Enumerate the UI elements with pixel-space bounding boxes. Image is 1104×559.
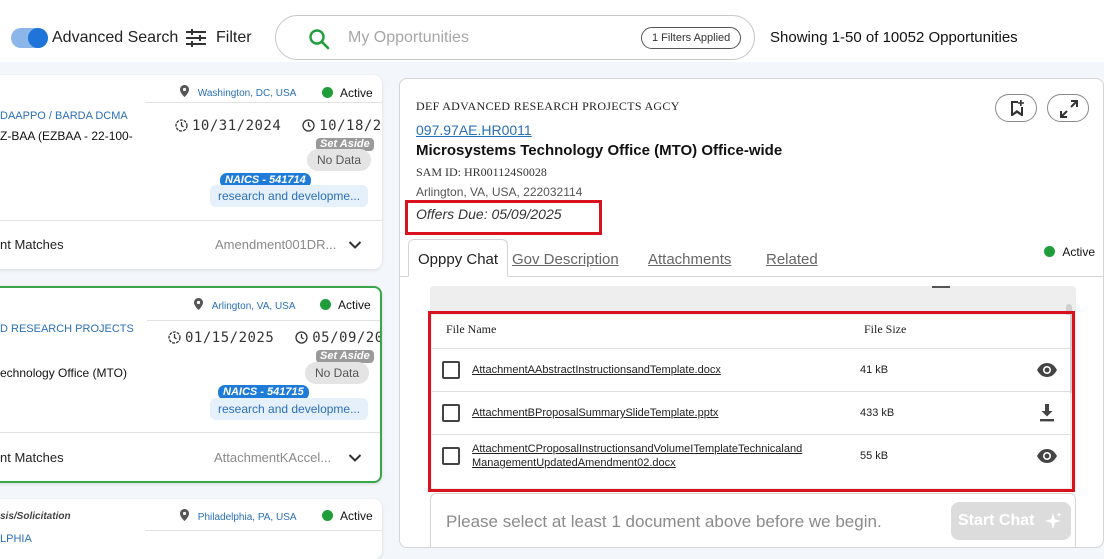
detail-agency: DEF ADVANCED RESEARCH PROJECTS AGCY	[416, 99, 680, 113]
toggle-knob	[28, 28, 48, 48]
advanced-search-label[interactable]: Advanced Search	[52, 29, 178, 47]
advanced-search-toggle[interactable]	[11, 28, 48, 48]
card-location-text: Arlington, VA, USA	[211, 301, 296, 312]
card-location-text: Philadelphia, PA, USA	[197, 512, 297, 523]
clock-due-icon	[295, 331, 308, 344]
search-input[interactable]	[348, 27, 628, 49]
detail-address: Arlington, VA, USA, 222032114	[416, 185, 583, 199]
matches-value[interactable]: AttachmentKAccel...	[214, 450, 331, 465]
date-posted: 10/31/2024	[192, 118, 282, 134]
active-dot	[320, 299, 331, 310]
filters-applied-chip[interactable]: 1 Filters Applied	[641, 27, 742, 49]
tab-attachments[interactable]: Attachments	[648, 251, 731, 268]
filter-button[interactable]: Filter	[216, 29, 252, 47]
active-dot	[1044, 246, 1056, 257]
divider	[145, 102, 382, 103]
start-chat-label: Start Chat	[958, 512, 1035, 529]
opportunity-card[interactable]: Philadelphia, PA, USA Active sis/Solicit…	[0, 499, 382, 559]
opportunity-card-selected[interactable]: Arlington, VA, USA Active D RESEARCH PRO…	[0, 286, 382, 483]
filter-icon[interactable]	[186, 29, 206, 47]
detail-status: Active	[1044, 245, 1095, 259]
highlight-box-offers-due	[405, 200, 602, 235]
location-pin-icon	[194, 298, 203, 310]
detail-code-link[interactable]: 097.97AE.HR0011	[416, 122, 532, 138]
card-solicitation: echnology Office (MTO)	[0, 366, 127, 380]
bookmark-button[interactable]	[995, 94, 1037, 122]
card-dates: 10/31/2024 10/18/2027	[175, 118, 382, 134]
start-chat-button[interactable]: Start Chat	[951, 502, 1071, 540]
divider	[0, 220, 382, 221]
highlight-box-attachments	[428, 311, 1075, 492]
status-text: Active	[338, 298, 371, 312]
status-badge: Active	[320, 298, 371, 312]
naics-description: research and developme...	[210, 185, 369, 207]
sparkle-icon	[1045, 512, 1062, 529]
naics-description: research and developme...	[210, 398, 369, 420]
card-type: sis/Solicitation	[0, 511, 71, 522]
card-solicitation: Z-BAA (EZBAA - 22-100-	[0, 129, 133, 143]
matches-label: nt Matches	[0, 450, 64, 465]
card-location: Philadelphia, PA, USA	[180, 509, 297, 523]
detail-title: Microsystems Technology Office (MTO) Off…	[416, 142, 783, 159]
location-pin-icon	[180, 509, 189, 521]
expand-icon	[1060, 100, 1078, 118]
clock-start-icon	[168, 331, 181, 344]
card-location: Arlington, VA, USA	[194, 298, 296, 312]
card-agency[interactable]: D RESEARCH PROJECTS	[0, 323, 134, 335]
clock-due-icon	[302, 119, 315, 132]
card-dates: 01/15/2025 05/09/2025	[168, 330, 380, 346]
chat-input-box[interactable]: Start Chat	[430, 493, 1076, 547]
results-count: Showing 1-50 of 10052 Opportunities	[770, 29, 1018, 46]
status-badge: Active	[322, 509, 373, 523]
date-posted: 01/15/2025	[185, 330, 275, 346]
tab-gov-description[interactable]: Gov Description	[512, 251, 619, 268]
search-icon[interactable]	[308, 28, 330, 50]
chat-input[interactable]	[446, 510, 926, 534]
status-text: Active	[340, 509, 373, 523]
card-location: Washington, DC, USA	[180, 85, 296, 99]
divider	[0, 432, 380, 433]
expand-button[interactable]	[1047, 94, 1089, 122]
top-bar: Advanced Search Filter 1 Filters Applied…	[0, 0, 1104, 62]
location-pin-icon	[180, 85, 189, 97]
opportunity-detail-panel: DEF ADVANCED RESEARCH PROJECTS AGCY 097.…	[399, 78, 1104, 548]
handle-bar	[932, 286, 950, 288]
chevron-down-icon[interactable]	[348, 453, 362, 463]
card-agency[interactable]: DAAPPO / BARDA DCMA	[0, 110, 128, 122]
tab-oppy-chat[interactable]: Opppy Chat	[408, 239, 509, 277]
chevron-down-icon[interactable]	[348, 240, 362, 250]
active-dot	[322, 510, 333, 521]
search-bar[interactable]: 1 Filters Applied	[275, 15, 755, 60]
date-due: 10/18/2027	[319, 118, 382, 134]
bookmark-add-icon	[1011, 100, 1024, 116]
tab-related[interactable]: Related	[766, 251, 818, 268]
set-aside-value: No Data	[307, 149, 372, 171]
active-dot	[322, 87, 333, 98]
set-aside-value: No Data	[305, 362, 370, 384]
card-agency[interactable]: LPHIA	[0, 533, 32, 545]
detail-status-text: Active	[1062, 245, 1095, 259]
matches-value[interactable]: Amendment001DR...	[215, 237, 336, 252]
date-due: 05/09/2025	[312, 330, 380, 346]
detail-sam-id: SAM ID: HR001124S0028	[416, 165, 547, 179]
card-location-text: Washington, DC, USA	[197, 88, 297, 99]
opportunity-card[interactable]: Washington, DC, USA Active DAAPPO / BARD…	[0, 75, 382, 269]
divider	[147, 320, 380, 321]
status-badge: Active	[322, 86, 373, 100]
clock-start-icon	[175, 119, 188, 132]
status-text: Active	[340, 86, 373, 100]
matches-label: nt Matches	[0, 237, 64, 252]
divider	[145, 530, 382, 531]
